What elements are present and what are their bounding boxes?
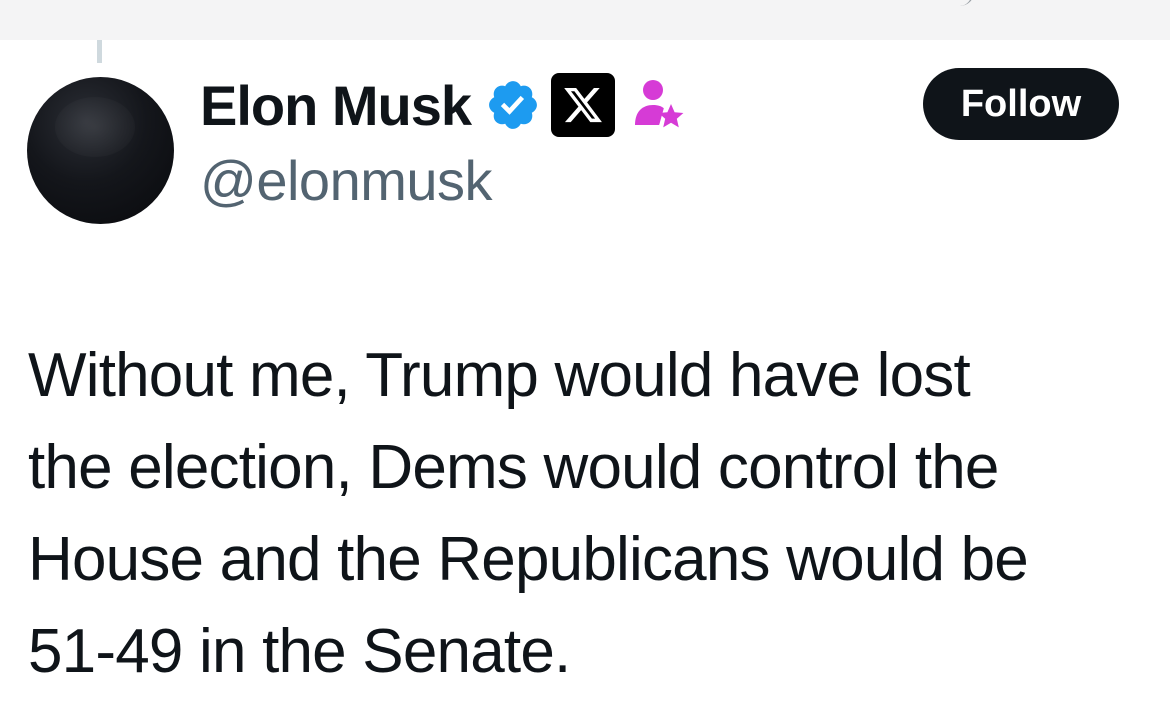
curl-mark: [950, 0, 974, 6]
author-display-name[interactable]: Elon Musk: [200, 73, 472, 138]
avatar-sheen: [55, 97, 135, 157]
tweet-text: Without me, Trump would have lost the el…: [28, 341, 1029, 686]
author-handle[interactable]: @elonmusk: [200, 148, 493, 213]
previous-tweet-edge: [0, 0, 1170, 40]
x-affiliate-badge-icon[interactable]: [551, 73, 616, 137]
thread-connector-line: [97, 40, 102, 63]
verified-checkmark-icon[interactable]: [485, 77, 541, 133]
avatar[interactable]: [27, 77, 174, 224]
affiliate-person-star-icon[interactable]: [633, 77, 685, 133]
author-name-row: Elon Musk: [200, 70, 685, 140]
follow-button[interactable]: Follow: [923, 68, 1119, 140]
